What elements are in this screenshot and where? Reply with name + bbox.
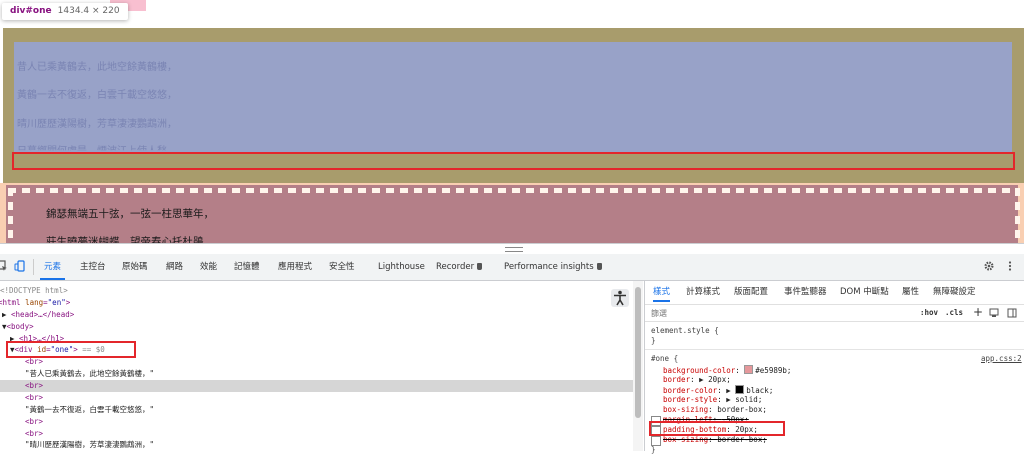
- elements-scrollbar[interactable]: [633, 281, 643, 451]
- scrollbar-thumb[interactable]: [635, 287, 641, 418]
- rule-source-link[interactable]: app.css:2: [981, 354, 1022, 364]
- tab-application[interactable]: 應用程式: [278, 254, 312, 280]
- tab-network[interactable]: 網路: [166, 254, 183, 280]
- poem-line: 黃鶴一去不復返，白雲千載空悠悠，: [17, 90, 177, 101]
- element-state-icon[interactable]: [989, 308, 999, 318]
- selected-div-highlight: [6, 341, 136, 358]
- styles-filter-bar: 篩選 :hov .cls +: [645, 304, 1024, 322]
- tooltip-selector: div#one: [10, 6, 52, 16]
- tab-recorder[interactable]: Recorder: [436, 254, 483, 280]
- poem-line: 昔人已乘黃鶴去，此地空餘黃鶴樓，: [17, 62, 177, 73]
- settings-gear-icon[interactable]: [983, 260, 995, 272]
- inspect-element-icon[interactable]: [0, 260, 8, 272]
- padding-bottom-callout: [649, 421, 785, 436]
- add-rule-icon[interactable]: +: [973, 305, 983, 319]
- page-viewport: div#one 1434.4 × 220 昔人已乘黃鶴去，此地空餘黃鶴樓， 黃鶴一…: [0, 0, 1024, 243]
- accessibility-tree-button[interactable]: [611, 289, 629, 307]
- devtools-tabbar: 元素 主控台 原始碼 網路 效能 記憶體 應用程式 安全性 Lighthouse…: [0, 254, 1024, 281]
- css-prop-border[interactable]: border: ▶ 20px;: [663, 375, 731, 385]
- tab-computed[interactable]: 計算樣式: [686, 285, 720, 297]
- tab-console[interactable]: 主控台: [80, 254, 106, 280]
- poem-line: 錦瑟無端五十弦，一弦一柱思華年，: [46, 208, 214, 220]
- color-swatch[interactable]: [735, 385, 745, 394]
- element-style-close: }: [651, 336, 656, 345]
- tab-properties[interactable]: 屬性: [902, 285, 919, 297]
- more-options-icon[interactable]: [1004, 260, 1016, 272]
- cls-toggle[interactable]: .cls: [945, 308, 963, 317]
- tab-performance-insights-label: Performance insights: [504, 262, 594, 272]
- rule-selector[interactable]: #one {: [651, 354, 678, 364]
- tab-security[interactable]: 安全性: [329, 254, 355, 280]
- dom-br[interactable]: <br>: [25, 380, 43, 391]
- dashed-border-left: [8, 188, 13, 243]
- tab-recorder-label: Recorder: [436, 262, 475, 272]
- tab-accessibility[interactable]: 無障礙設定: [933, 285, 976, 297]
- color-swatch[interactable]: [744, 365, 754, 374]
- styles-filter-input[interactable]: 篩選: [651, 308, 667, 319]
- dom-text-node[interactable]: "昔人已乘黃鶴去，此地空餘黃鶴樓，": [25, 368, 154, 379]
- device-toolbar-icon[interactable]: [14, 260, 26, 272]
- dom-html-node[interactable]: <html lang="en">: [0, 297, 70, 308]
- resize-handle[interactable]: [505, 247, 523, 252]
- dom-br[interactable]: <br>: [25, 392, 43, 403]
- inspect-tooltip: div#one 1434.4 × 220: [2, 3, 128, 20]
- dashed-border-top: [8, 188, 1018, 193]
- tab-event-listeners[interactable]: 事件監聽器: [784, 285, 827, 297]
- tooltip-dimensions: 1434.4 × 220: [57, 6, 120, 16]
- tab-dom-breakpoints[interactable]: DOM 中斷點: [840, 285, 889, 297]
- rule-close: }: [651, 445, 656, 454]
- selected-node-row[interactable]: [0, 380, 633, 392]
- tab-styles[interactable]: 樣式: [653, 285, 671, 302]
- accessibility-person-icon: [614, 290, 626, 306]
- tab-elements[interactable]: 元素: [40, 254, 66, 280]
- poem-line: 莊生曉夢迷蝴蝶，望帝春心托杜鵑，: [46, 236, 214, 243]
- devtools-panel: 元素 主控台 原始碼 網路 效能 記憶體 應用程式 安全性 Lighthouse…: [0, 243, 1024, 454]
- dom-br[interactable]: <br>: [25, 428, 43, 439]
- dom-head-node[interactable]: ▶ <head>…</head>: [2, 309, 74, 320]
- elements-dom-tree: <!DOCTYPE html> <html lang="en"> ▶ <head…: [0, 281, 633, 451]
- experiment-icon: [596, 263, 602, 270]
- dashed-border-right: [1015, 188, 1020, 243]
- tab-sources[interactable]: 原始碼: [122, 254, 148, 280]
- rule-divider: [645, 349, 1024, 350]
- hov-toggle[interactable]: :hov: [920, 308, 938, 317]
- tab-performance-insights[interactable]: Performance insights: [504, 254, 602, 280]
- css-prop-border-style[interactable]: border-style: ▶ solid;: [663, 395, 762, 405]
- tab-layout[interactable]: 版面配置: [734, 285, 768, 297]
- styles-sidebar: 樣式 計算樣式 版面配置 事件監聽器 DOM 中斷點 屬性 無障礙設定 篩選 :…: [644, 281, 1024, 454]
- padding-bottom-highlight: [12, 152, 1015, 170]
- css-prop-box-sizing[interactable]: box-sizing: border-box;: [663, 405, 767, 415]
- element-style-selector[interactable]: element.style {: [651, 326, 719, 336]
- dom-br[interactable]: <br>: [25, 416, 43, 427]
- tab-memory[interactable]: 記憶體: [234, 254, 260, 280]
- tab-performance[interactable]: 效能: [200, 254, 217, 280]
- experiment-icon: [477, 263, 483, 270]
- computed-sidebar-icon[interactable]: [1007, 308, 1017, 318]
- toolbar-divider: [33, 259, 34, 275]
- dom-body-node[interactable]: ▼<body>: [2, 321, 34, 332]
- dom-doctype[interactable]: <!DOCTYPE html>: [0, 285, 68, 296]
- tab-lighthouse[interactable]: Lighthouse: [378, 254, 425, 280]
- dom-text-node[interactable]: "晴川歷歷漢陽樹，芳草淒淒鸚鵡洲，": [25, 439, 154, 450]
- css-prop-box-sizing-struck[interactable]: box-sizing: border-box;: [663, 435, 767, 445]
- dom-text-node[interactable]: "黃鶴一去不復返，白雲千載空悠悠，": [25, 404, 154, 415]
- poem-line: 晴川歷歷漢陽樹，芳草淒淒鸚鵡洲，: [17, 119, 177, 130]
